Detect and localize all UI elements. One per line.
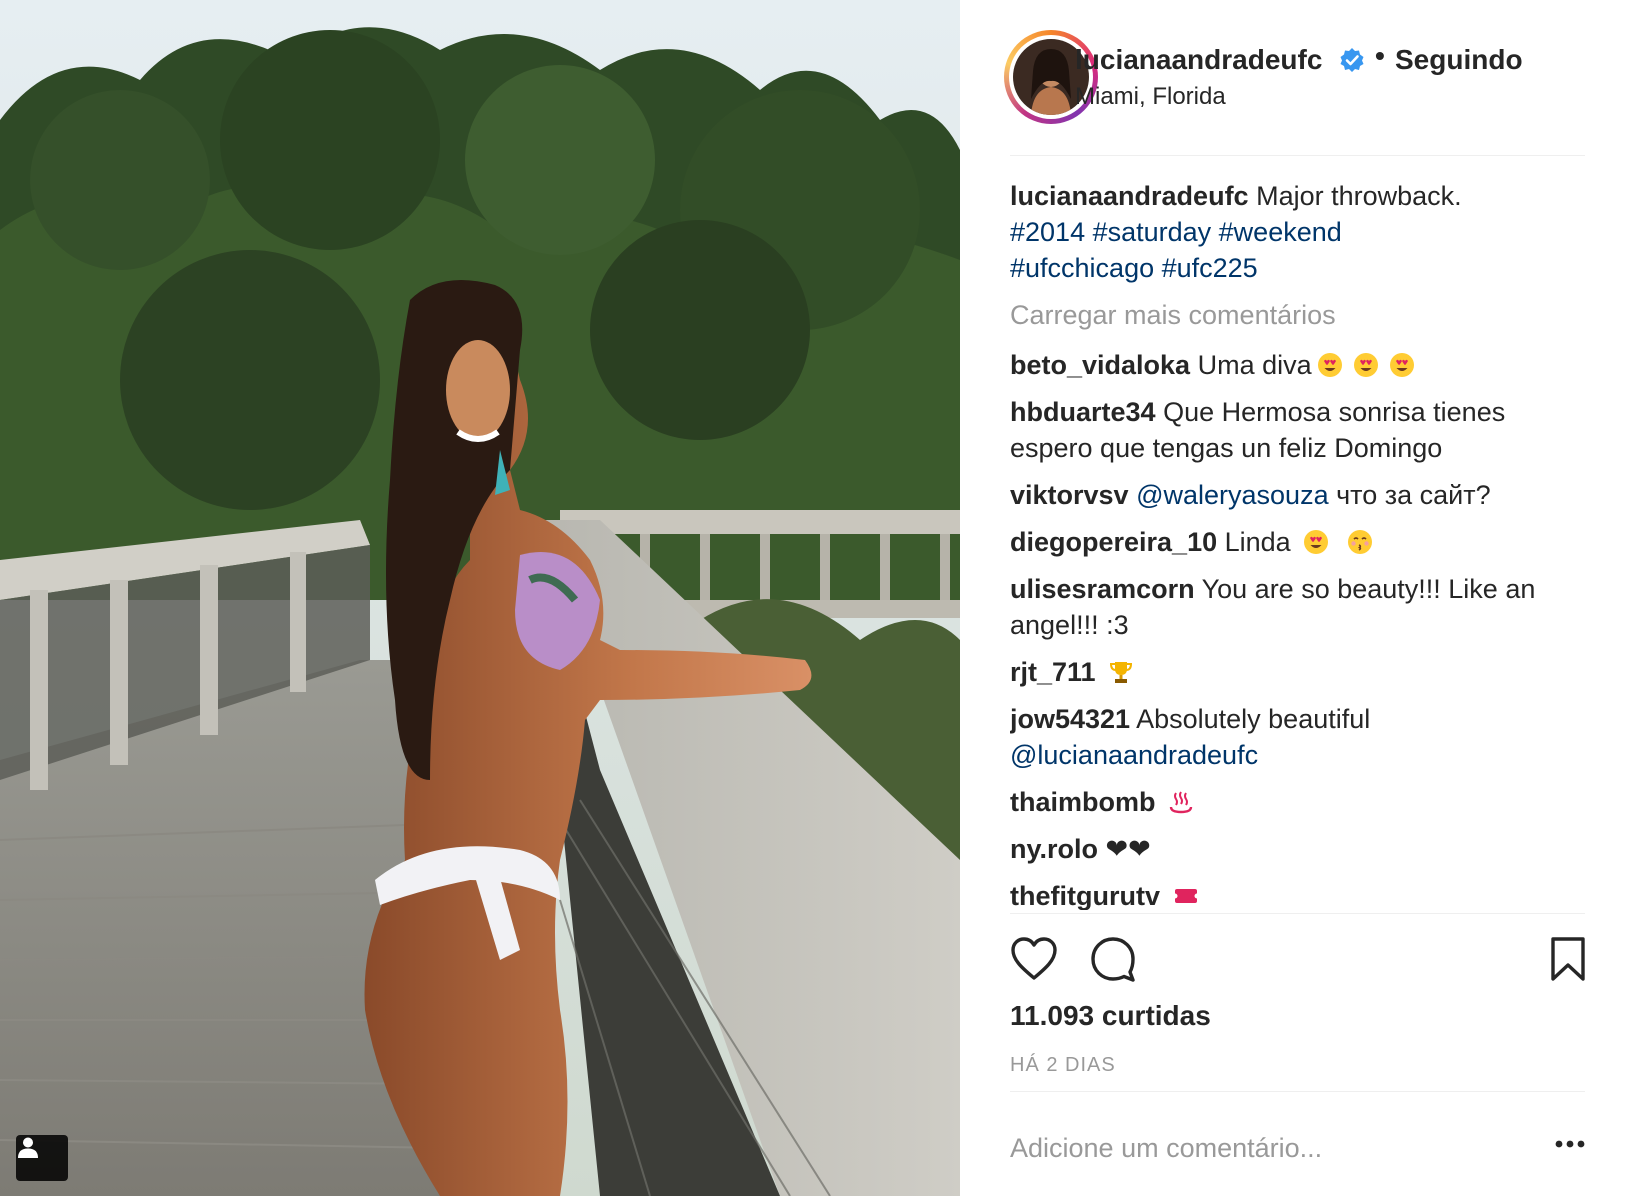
following-button[interactable]: Seguindo bbox=[1395, 44, 1523, 76]
comment-username[interactable]: diegopereira_10 bbox=[1010, 527, 1217, 557]
post-actions bbox=[1010, 936, 1585, 988]
verified-badge-icon bbox=[1340, 48, 1364, 72]
heart-eyes-emoji bbox=[1304, 530, 1329, 554]
footer-divider bbox=[1010, 1091, 1585, 1092]
tag-people-button[interactable] bbox=[16, 1135, 68, 1181]
post-photo[interactable] bbox=[0, 0, 960, 1196]
post-location[interactable]: Miami, Florida bbox=[1075, 83, 1226, 111]
ticket-emoji bbox=[1172, 889, 1199, 903]
comment-item: thefitgurutv bbox=[1010, 878, 1580, 910]
load-more-comments-button[interactable]: Carregar mais comentários bbox=[1010, 297, 1580, 333]
comment-item: hbduarte34 Que Hermosa sonrisa tienes es… bbox=[1010, 394, 1580, 466]
comment-username[interactable]: ulisesramcorn bbox=[1010, 574, 1195, 604]
comment-username[interactable]: rjt_711 bbox=[1010, 657, 1096, 687]
more-options-icon[interactable] bbox=[1555, 1140, 1585, 1148]
comment-mention[interactable]: @lucianaandradeufc bbox=[1010, 740, 1258, 770]
comment-username[interactable]: thefitgurutv bbox=[1010, 881, 1160, 910]
comment-username[interactable]: viktorvsv bbox=[1010, 480, 1129, 510]
user-tag-icon bbox=[18, 1137, 38, 1158]
comment-bubble-icon[interactable] bbox=[1090, 936, 1136, 982]
comment-username[interactable]: jow54321 bbox=[1010, 704, 1130, 734]
caption-hashtags-line2[interactable]: #ufcchicago #ufc225 bbox=[1010, 253, 1258, 283]
post-author-username[interactable]: lucianaandradeufc bbox=[1075, 44, 1322, 76]
comment-text: Linda bbox=[1224, 527, 1291, 557]
comments-divider bbox=[1010, 913, 1585, 914]
comments-list[interactable]: lucianaandradeufc Major throwback. #2014… bbox=[1010, 178, 1580, 910]
comment-username[interactable]: hbduarte34 bbox=[1010, 397, 1156, 427]
caption-username[interactable]: lucianaandradeufc bbox=[1010, 181, 1249, 211]
photo-illustration bbox=[0, 0, 960, 1196]
add-comment-input[interactable] bbox=[1010, 1126, 1530, 1170]
comment-text: ❤❤ bbox=[1105, 834, 1151, 864]
comment-item: jow54321 Absolutely beautiful @lucianaan… bbox=[1010, 701, 1580, 773]
trophy-emoji bbox=[1110, 662, 1133, 683]
comment-item: viktorvsv @waleryasouza что за сайт? bbox=[1010, 477, 1580, 513]
caption-text: Major throwback. bbox=[1256, 181, 1462, 211]
comment-item: ny.rolo ❤❤ bbox=[1010, 831, 1580, 867]
comment-text: что за сайт? bbox=[1336, 480, 1491, 510]
comment-item: ulisesramcorn You are so beauty!!! Like … bbox=[1010, 571, 1580, 643]
comment-username[interactable]: ny.rolo bbox=[1010, 834, 1098, 864]
comment-item: diegopereira_10 Linda bbox=[1010, 524, 1580, 560]
comment-text: Absolutely beautiful bbox=[1136, 704, 1371, 734]
likes-count[interactable]: 11.093 curtidas bbox=[1010, 1000, 1211, 1032]
post-timestamp[interactable]: HÁ 2 DIAS bbox=[1010, 1054, 1116, 1077]
header-separator: • bbox=[1375, 40, 1385, 71]
caption-hashtags-line1[interactable]: #2014 #saturday #weekend bbox=[1010, 217, 1342, 247]
post-caption: lucianaandradeufc Major throwback. #2014… bbox=[1010, 178, 1580, 286]
comment-item: thaimbomb bbox=[1010, 784, 1580, 820]
comment-item: beto_vidaloka Uma diva bbox=[1010, 347, 1580, 383]
heart-eyes-emoji bbox=[1353, 353, 1378, 377]
header-divider bbox=[1010, 155, 1585, 156]
heart-eyes-emoji bbox=[1389, 353, 1414, 377]
comment-text: Uma diva bbox=[1197, 350, 1312, 380]
heart-eyes-emoji bbox=[1317, 353, 1342, 377]
comment-username[interactable]: beto_vidaloka bbox=[1010, 350, 1190, 380]
comment-mention[interactable]: @waleryasouza bbox=[1136, 480, 1329, 510]
bookmark-icon[interactable] bbox=[1550, 936, 1586, 982]
kissing-emoji bbox=[1347, 530, 1372, 554]
heart-outline-icon[interactable] bbox=[1010, 936, 1058, 982]
hot-springs-emoji bbox=[1169, 791, 1193, 814]
comment-item: rjt_711 bbox=[1010, 654, 1580, 690]
post-header: lucianaandradeufc • Seguindo Miami, Flor… bbox=[1004, 30, 1584, 125]
comment-username[interactable]: thaimbomb bbox=[1010, 787, 1156, 817]
